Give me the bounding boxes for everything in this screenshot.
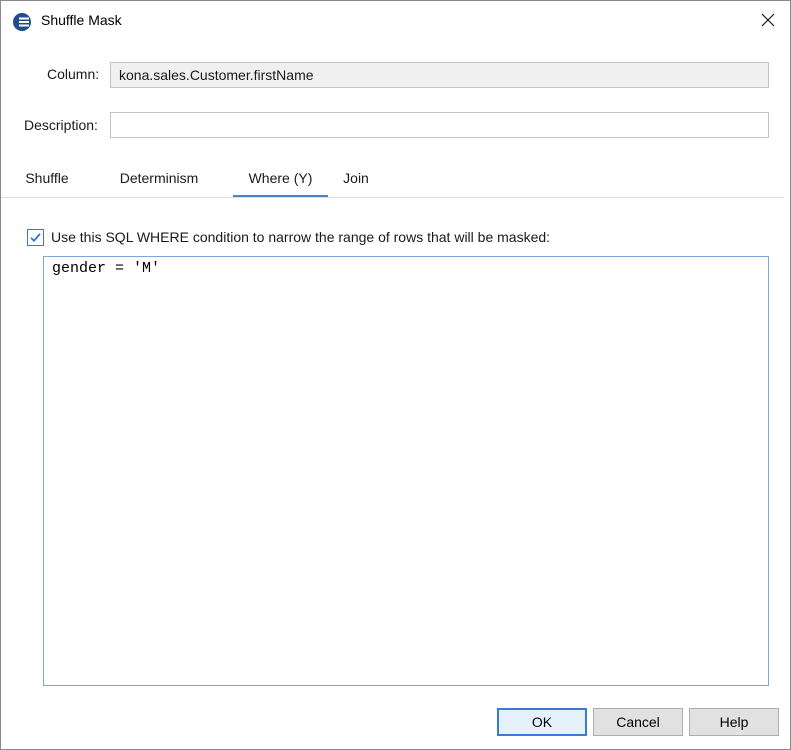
tab-label: Join: [343, 170, 369, 186]
cancel-button[interactable]: Cancel: [593, 708, 683, 736]
tab-determinism[interactable]: Determinism: [105, 164, 213, 196]
description-input[interactable]: [110, 112, 769, 138]
shuffle-mask-dialog: Shuffle Mask Column: kona.sales.Customer…: [0, 0, 791, 750]
tab-label: Shuffle: [25, 170, 69, 186]
window-title: Shuffle Mask: [41, 12, 122, 28]
column-label: Column:: [47, 66, 100, 82]
tab-divider: [1, 197, 784, 198]
use-where-label: Use this SQL WHERE condition to narrow t…: [51, 229, 551, 245]
tab-where[interactable]: Where (Y): [233, 164, 328, 198]
tab-join[interactable]: Join: [334, 164, 378, 196]
where-checkbox-row: Use this SQL WHERE condition to narrow t…: [27, 227, 550, 247]
database-app-icon: [13, 13, 31, 31]
use-where-checkbox[interactable]: [27, 228, 44, 246]
close-icon: [761, 13, 775, 27]
description-label: Description:: [24, 117, 98, 133]
tab-label: Determinism: [119, 170, 199, 186]
sql-where-editor[interactable]: gender = 'M': [43, 256, 769, 686]
checkmark-icon: [30, 232, 41, 242]
tab-bar: Shuffle Determinism Where (Y) Join: [1, 164, 784, 198]
ok-button[interactable]: OK: [497, 708, 587, 736]
help-button[interactable]: Help: [689, 708, 779, 736]
tab-label: Where (Y): [248, 170, 313, 186]
column-field: kona.sales.Customer.firstName: [110, 62, 769, 88]
close-button[interactable]: [746, 1, 790, 39]
tab-shuffle[interactable]: Shuffle: [13, 164, 81, 196]
title-bar: Shuffle Mask: [1, 1, 790, 39]
